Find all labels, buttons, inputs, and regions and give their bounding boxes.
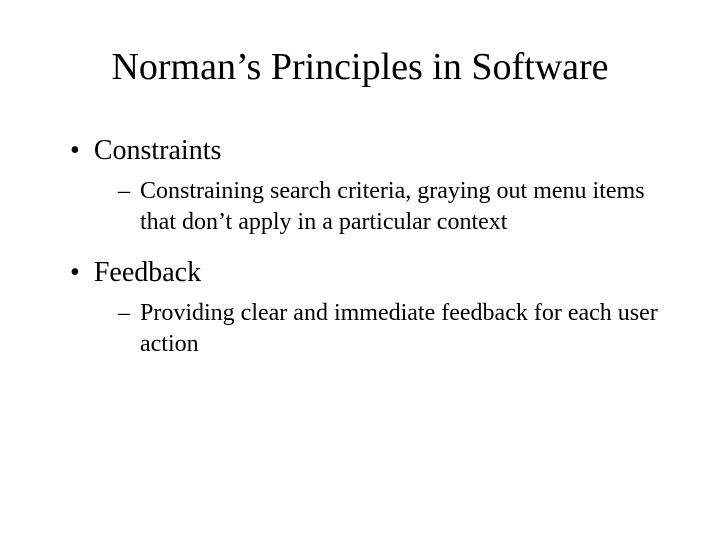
sub-label: Providing clear and immediate feedback f… <box>140 298 660 360</box>
bullet-label: Constraints <box>94 134 222 168</box>
list-item: • Feedback <box>70 256 660 290</box>
dash-icon: – <box>118 298 130 329</box>
list-item: – Constraining search criteria, graying … <box>118 176 660 238</box>
bullet-list: • Constraints – Constraining search crit… <box>60 134 660 360</box>
bullet-label: Feedback <box>94 256 201 290</box>
sub-list: – Constraining search criteria, graying … <box>70 176 660 238</box>
sub-list: – Providing clear and immediate feedback… <box>70 298 660 360</box>
bullet-icon: • <box>70 256 80 290</box>
list-item: • Constraints <box>70 134 660 168</box>
slide-title: Norman’s Principles in Software <box>60 45 660 89</box>
bullet-icon: • <box>70 134 80 168</box>
sub-label: Constraining search criteria, graying ou… <box>140 176 660 238</box>
list-item: – Providing clear and immediate feedback… <box>118 298 660 360</box>
dash-icon: – <box>118 176 130 207</box>
